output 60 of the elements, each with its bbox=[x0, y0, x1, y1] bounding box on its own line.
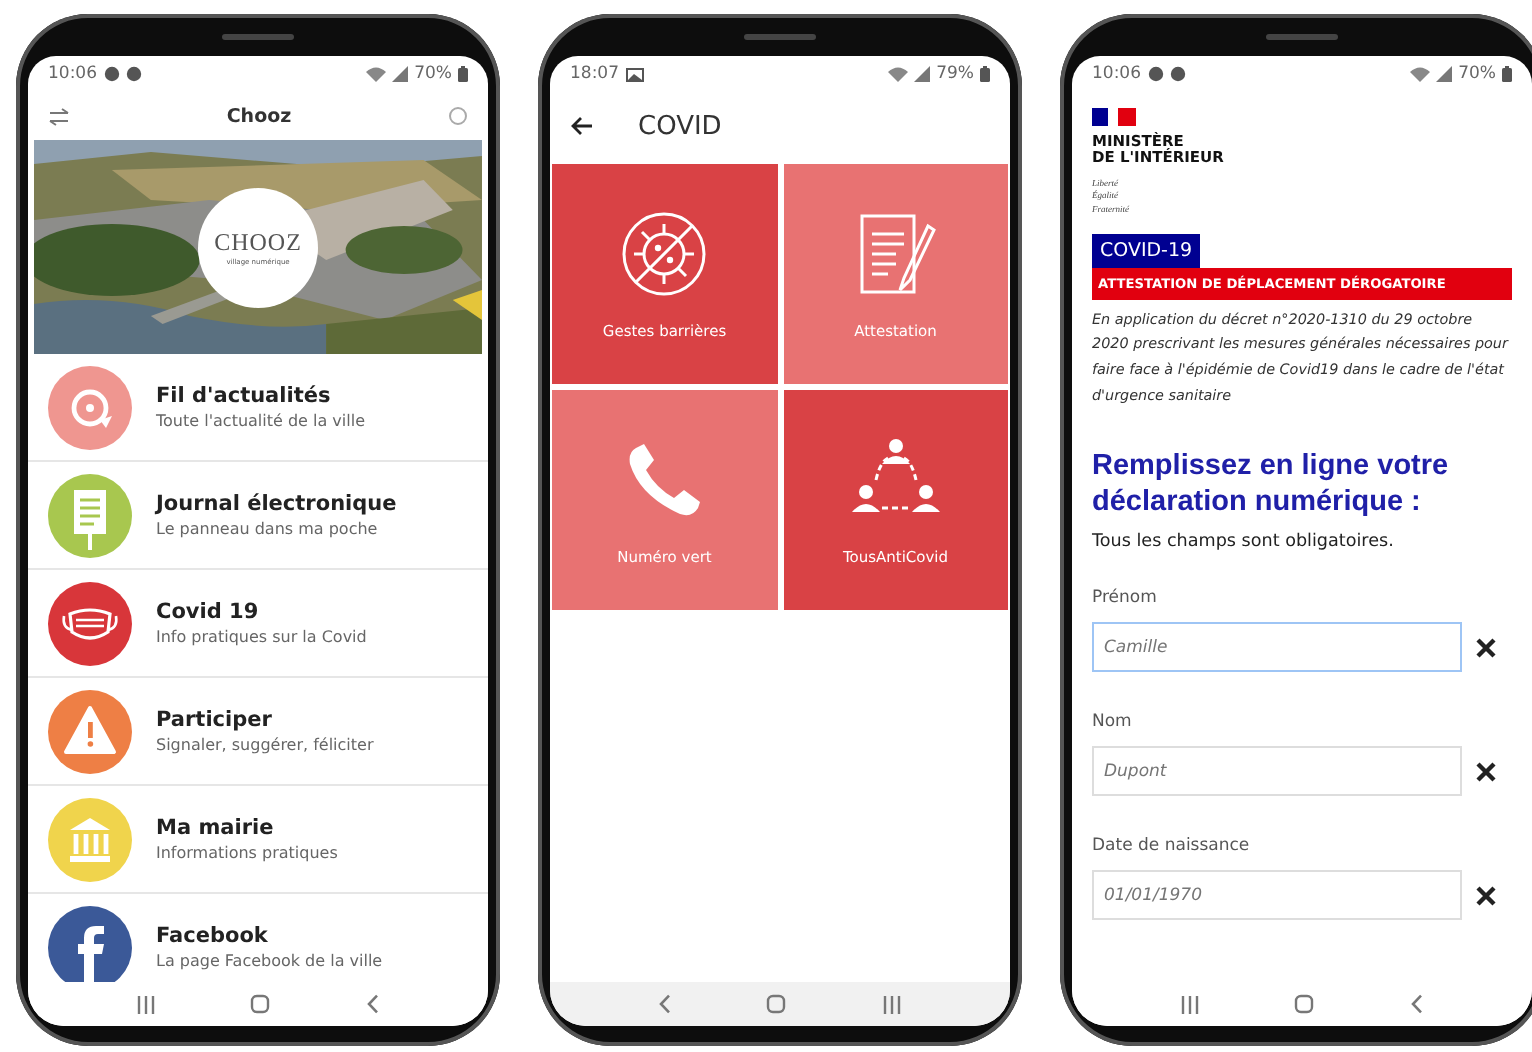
facebook-icon[interactable] bbox=[48, 905, 132, 982]
field-label: Nom bbox=[1092, 712, 1134, 733]
menu-item-subtitle: Toute l'actualité de la ville bbox=[156, 412, 366, 430]
menu-item-subtitle: Le panneau dans ma poche bbox=[156, 520, 380, 538]
back-button[interactable] bbox=[366, 994, 381, 1014]
app-title: Chooz bbox=[226, 105, 292, 127]
status-time: 10:06 bbox=[1092, 64, 1141, 84]
wifi-icon bbox=[366, 66, 387, 82]
recent-apps-button[interactable] bbox=[135, 995, 156, 1013]
settings-icon[interactable] bbox=[447, 106, 468, 126]
battery-level: 70% bbox=[1458, 64, 1496, 84]
signal-icon bbox=[914, 66, 931, 82]
virus-icon bbox=[620, 209, 709, 297]
signal-icon bbox=[392, 66, 409, 82]
form-heading: Remplissez en ligne votre déclaration numérique : bbox=[1092, 448, 1451, 521]
back-button[interactable] bbox=[657, 994, 672, 1014]
battery-icon bbox=[980, 66, 990, 82]
back-arrow-icon[interactable] bbox=[570, 116, 594, 136]
back-button[interactable] bbox=[1410, 994, 1425, 1014]
warning-icon[interactable] bbox=[48, 689, 132, 773]
menu-item-title[interactable]: Covid 19 bbox=[156, 600, 367, 624]
menu-item-title[interactable]: Journal électronique bbox=[156, 492, 397, 516]
screen-title: COVID bbox=[638, 111, 722, 141]
clear-icon[interactable] bbox=[1476, 637, 1496, 658]
battery-icon bbox=[458, 66, 468, 82]
menu-item-title[interactable]: Facebook bbox=[156, 924, 383, 948]
menu-item-subtitle: Informations pratiques bbox=[156, 844, 338, 862]
clear-icon[interactable] bbox=[1476, 761, 1496, 782]
recent-apps-button[interactable] bbox=[882, 995, 903, 1013]
flag-icon bbox=[1092, 108, 1136, 126]
home-button[interactable] bbox=[766, 994, 787, 1014]
image-icon bbox=[625, 67, 643, 81]
home-button[interactable] bbox=[250, 994, 271, 1014]
battery-level: 70% bbox=[414, 64, 452, 84]
swap-icon[interactable] bbox=[48, 107, 70, 125]
mask-icon[interactable] bbox=[48, 581, 132, 665]
field-label: Prénom bbox=[1092, 588, 1159, 609]
recent-apps-button[interactable] bbox=[1179, 995, 1200, 1013]
input-field[interactable]: Dupont bbox=[1092, 746, 1462, 797]
menu-item-subtitle: Signaler, suggérer, féliciter bbox=[156, 736, 374, 754]
home-button[interactable] bbox=[1294, 994, 1315, 1014]
battery-icon bbox=[1502, 66, 1512, 82]
clear-icon[interactable] bbox=[1476, 885, 1496, 906]
input-field[interactable]: 01/01/1970 bbox=[1092, 870, 1462, 921]
menu-item-subtitle: Info pratiques sur la Covid bbox=[156, 628, 367, 646]
menu-item-title[interactable]: Fil d'actualités bbox=[156, 384, 366, 408]
wifi-icon bbox=[1410, 66, 1431, 82]
menu-item-subtitle: La page Facebook de la ville bbox=[156, 952, 383, 970]
covid-badge: COVID-19 bbox=[1092, 233, 1201, 268]
form-note: Tous les champs sont obligatoires. bbox=[1092, 532, 1396, 553]
menu-item-title[interactable]: Ma mairie bbox=[156, 816, 338, 840]
wifi-icon bbox=[888, 66, 909, 82]
battery-level: 79% bbox=[936, 64, 974, 84]
input-field[interactable]: Camille bbox=[1092, 622, 1462, 673]
status-time: 18:07 bbox=[570, 64, 619, 84]
menu-item-title[interactable]: Participer bbox=[156, 708, 374, 732]
status-time: 10:06 bbox=[48, 64, 97, 84]
logo-name: CHOOZ bbox=[214, 228, 302, 258]
signal-icon bbox=[1436, 66, 1453, 82]
field-label: Date de naissance bbox=[1092, 836, 1252, 857]
